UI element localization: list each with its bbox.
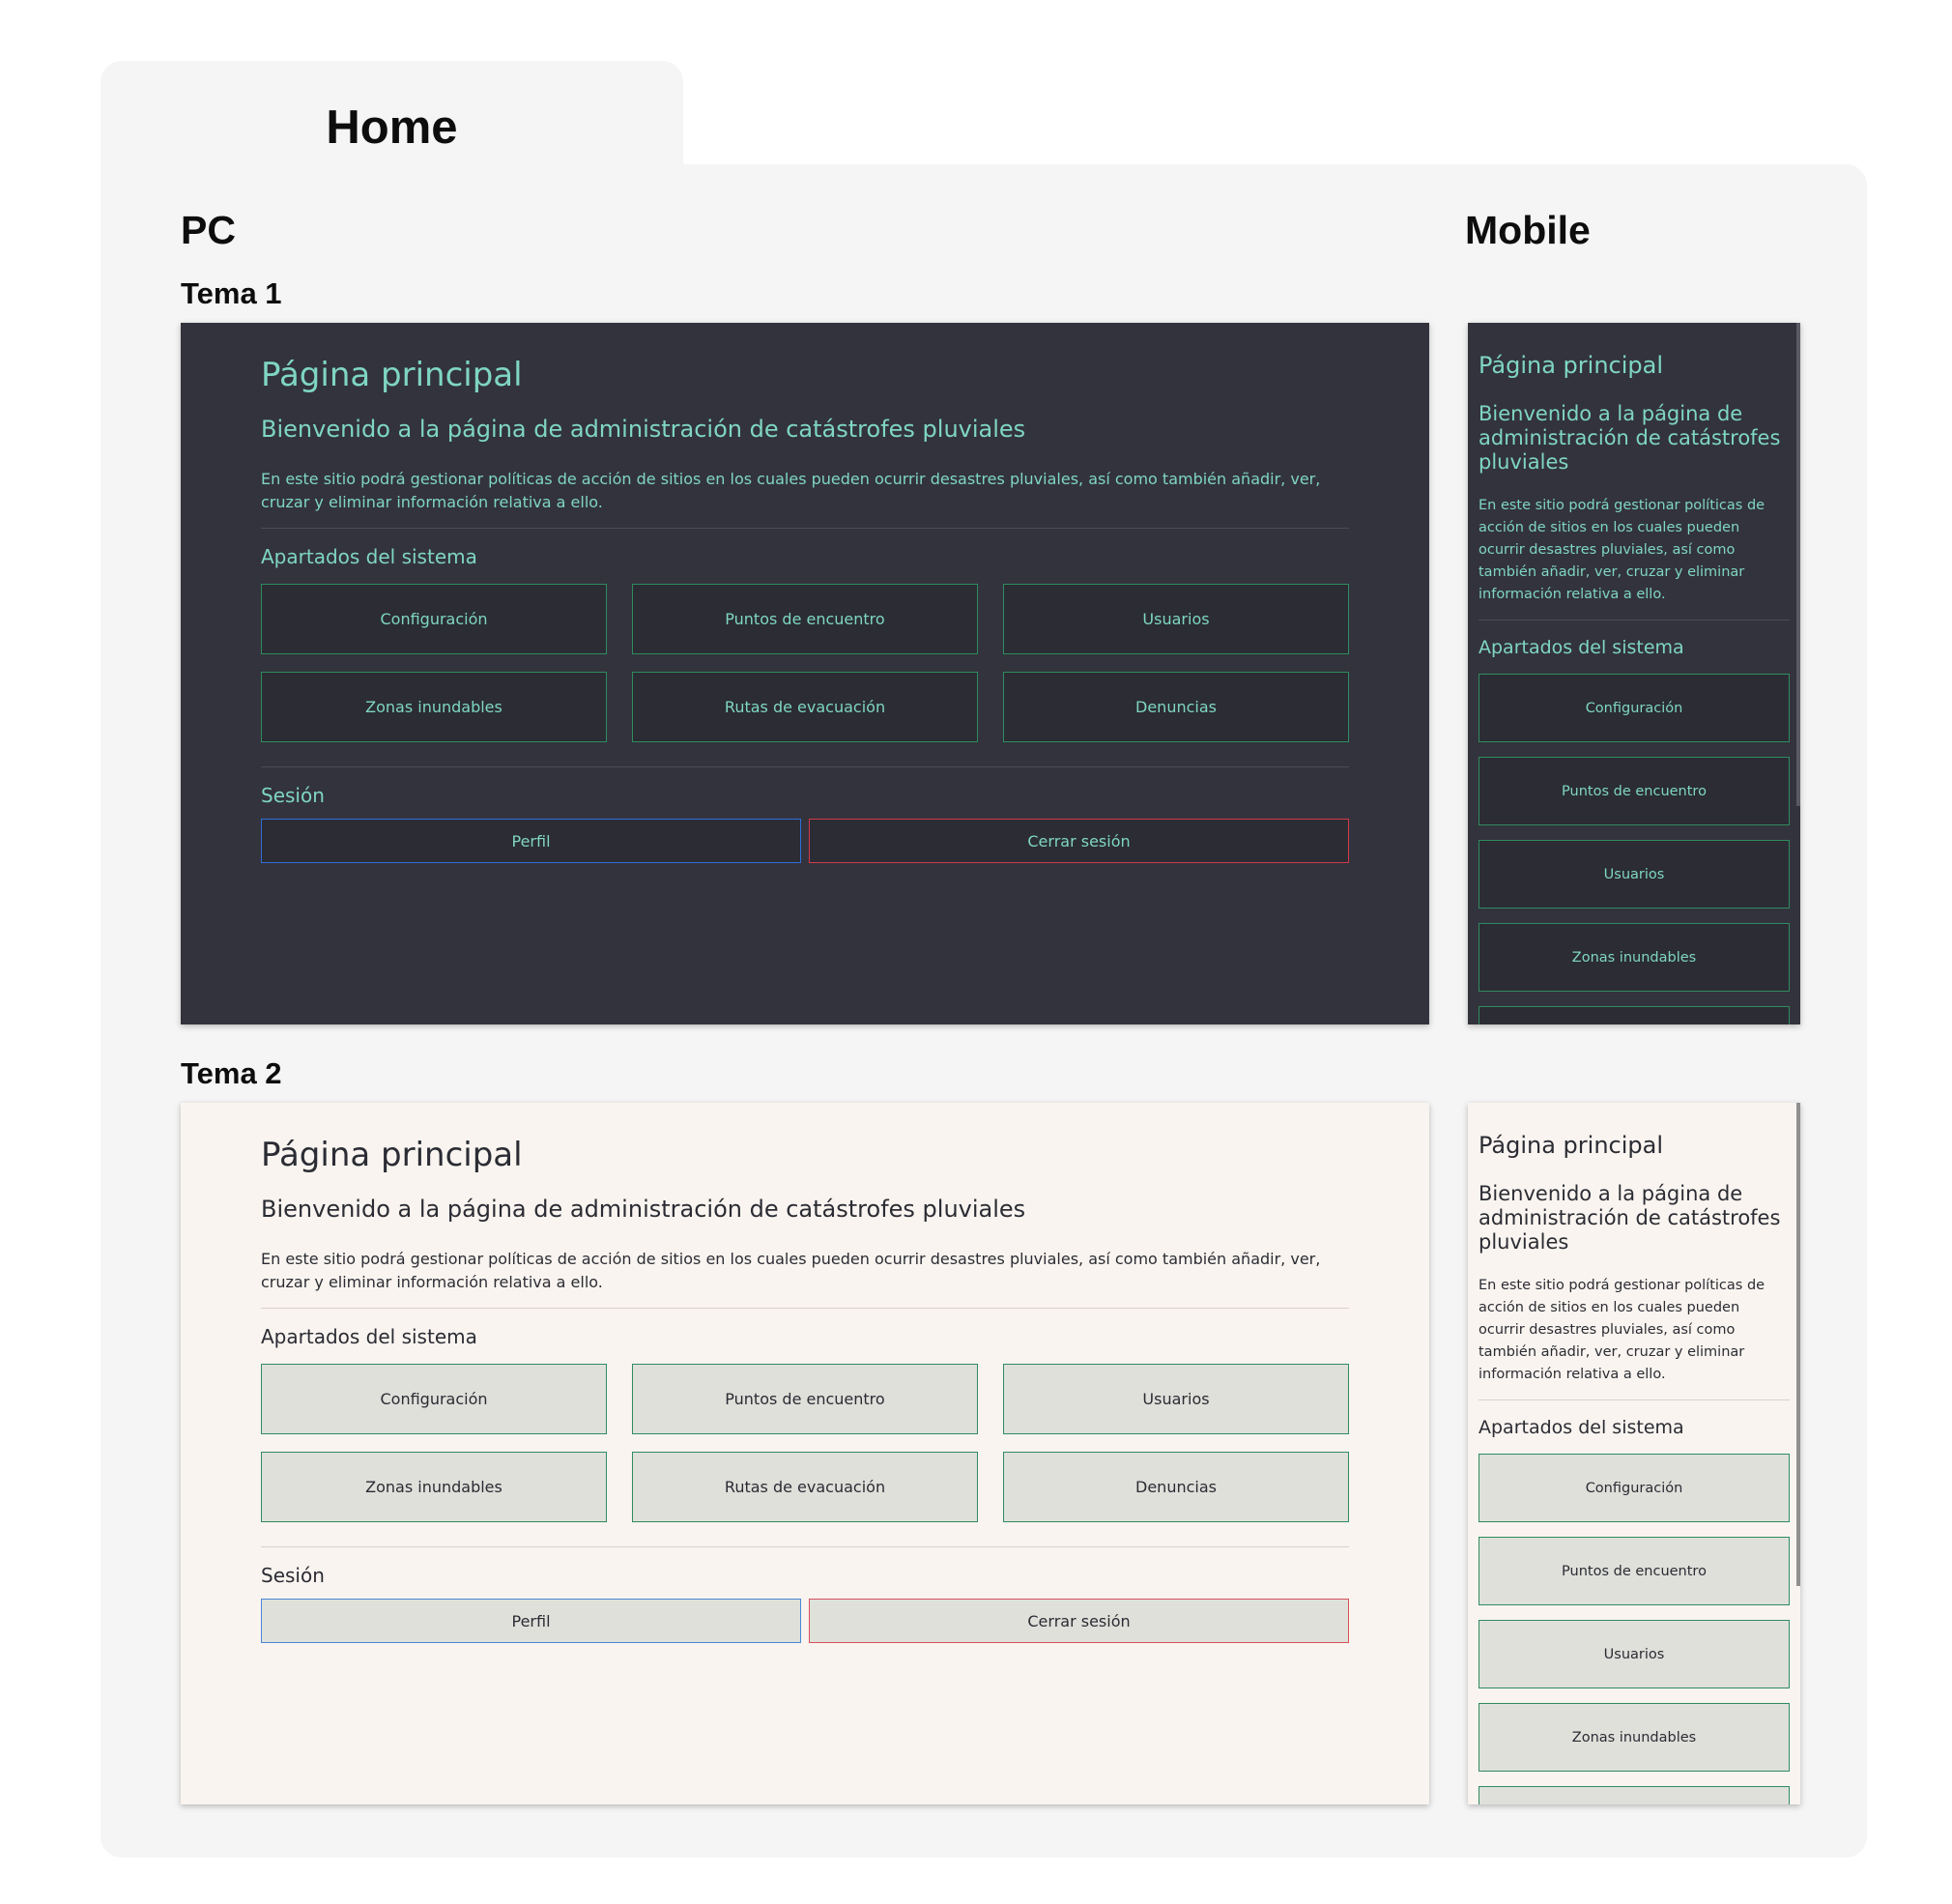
pc-screen-theme1: Página principal Bienvenido a la página … — [181, 323, 1429, 1024]
scrollbar[interactable] — [1796, 1103, 1800, 1804]
section-button-puntos-de-encuentro[interactable]: Puntos de encuentro — [1478, 1537, 1790, 1605]
page-description: En este sitio podrá gestionar políticas … — [261, 1250, 1321, 1291]
section-button-usuarios[interactable]: Usuarios — [1003, 584, 1349, 654]
page-subtitle: Bienvenido a la página de administración… — [1478, 402, 1781, 474]
section-button-usuarios[interactable]: Usuarios — [1478, 1620, 1790, 1688]
section-button-zonas-inundables[interactable]: Zonas inundables — [1478, 923, 1790, 992]
section-button-rutas-de-evacuacion[interactable]: Rutas de evacuación — [632, 1452, 978, 1522]
divider — [261, 528, 1349, 529]
logout-button[interactable]: Cerrar sesión — [809, 1599, 1349, 1643]
section-button-usuarios[interactable]: Usuarios — [1478, 840, 1790, 909]
session-title: Sesión — [261, 1564, 325, 1587]
page-title: Página principal — [1478, 1132, 1664, 1159]
profile-button[interactable]: Perfil — [261, 819, 801, 863]
section-button-zonas-inundables[interactable]: Zonas inundables — [1478, 1703, 1790, 1772]
session-title: Sesión — [261, 784, 325, 807]
page-description: En este sitio podrá gestionar políticas … — [261, 470, 1321, 511]
sections-title: Apartados del sistema — [261, 1325, 477, 1348]
divider — [261, 1546, 1349, 1547]
mobile-screen-theme2: Página principal Bienvenido a la página … — [1468, 1103, 1800, 1804]
section-button-rutas-de-evacuacion[interactable] — [1478, 1786, 1790, 1804]
section-button-usuarios[interactable]: Usuarios — [1003, 1364, 1349, 1434]
theme2-label: Tema 2 — [181, 1056, 282, 1090]
section-button-puntos-de-encuentro[interactable]: Puntos de encuentro — [632, 1364, 978, 1434]
pc-column-heading: PC — [181, 208, 236, 252]
section-button-rutas-de-evacuacion[interactable]: Rutas de evacuación — [632, 672, 978, 742]
mobile-screen-theme1: Página principal Bienvenido a la página … — [1468, 323, 1800, 1024]
pc-screen-theme2: Página principal Bienvenido a la página … — [181, 1103, 1429, 1804]
page-subtitle: Bienvenido a la página de administración… — [1478, 1182, 1781, 1254]
scrollbar-thumb[interactable] — [1796, 1103, 1800, 1586]
section-button-puntos-de-encuentro[interactable]: Puntos de encuentro — [1478, 757, 1790, 825]
sections-title: Apartados del sistema — [261, 545, 477, 568]
divider — [261, 766, 1349, 767]
sections-title: Apartados del sistema — [1478, 637, 1684, 658]
sections-title: Apartados del sistema — [1478, 1417, 1684, 1438]
divider — [1478, 1399, 1790, 1400]
page-description: En este sitio podrá gestionar políticas … — [1478, 498, 1765, 602]
section-button-puntos-de-encuentro[interactable]: Puntos de encuentro — [632, 584, 978, 654]
board-tab-title: Home — [326, 101, 458, 154]
section-button-denuncias[interactable]: Denuncias — [1003, 1452, 1349, 1522]
scrollbar-thumb[interactable] — [1796, 323, 1800, 806]
section-button-denuncias[interactable]: Denuncias — [1003, 672, 1349, 742]
page-title: Página principal — [1478, 352, 1664, 379]
section-button-zonas-inundables[interactable]: Zonas inundables — [261, 1452, 607, 1522]
theme1-label: Tema 1 — [181, 276, 282, 310]
section-button-configuracion[interactable]: Configuración — [261, 584, 607, 654]
page-title: Página principal — [261, 356, 523, 394]
page-title: Página principal — [261, 1136, 523, 1174]
section-button-configuracion[interactable]: Configuración — [1478, 1454, 1790, 1522]
section-button-rutas-de-evacuacion[interactable] — [1478, 1006, 1790, 1024]
page-subtitle: Bienvenido a la página de administración… — [261, 1196, 1026, 1223]
section-button-zonas-inundables[interactable]: Zonas inundables — [261, 672, 607, 742]
page-description: En este sitio podrá gestionar políticas … — [1478, 1278, 1765, 1382]
page-subtitle: Bienvenido a la página de administración… — [261, 416, 1026, 443]
logout-button[interactable]: Cerrar sesión — [809, 819, 1349, 863]
scrollbar[interactable] — [1796, 323, 1800, 1024]
section-button-configuracion[interactable]: Configuración — [1478, 674, 1790, 742]
divider — [261, 1308, 1349, 1309]
mobile-column-heading: Mobile — [1465, 208, 1591, 252]
section-button-configuracion[interactable]: Configuración — [261, 1364, 607, 1434]
profile-button[interactable]: Perfil — [261, 1599, 801, 1643]
